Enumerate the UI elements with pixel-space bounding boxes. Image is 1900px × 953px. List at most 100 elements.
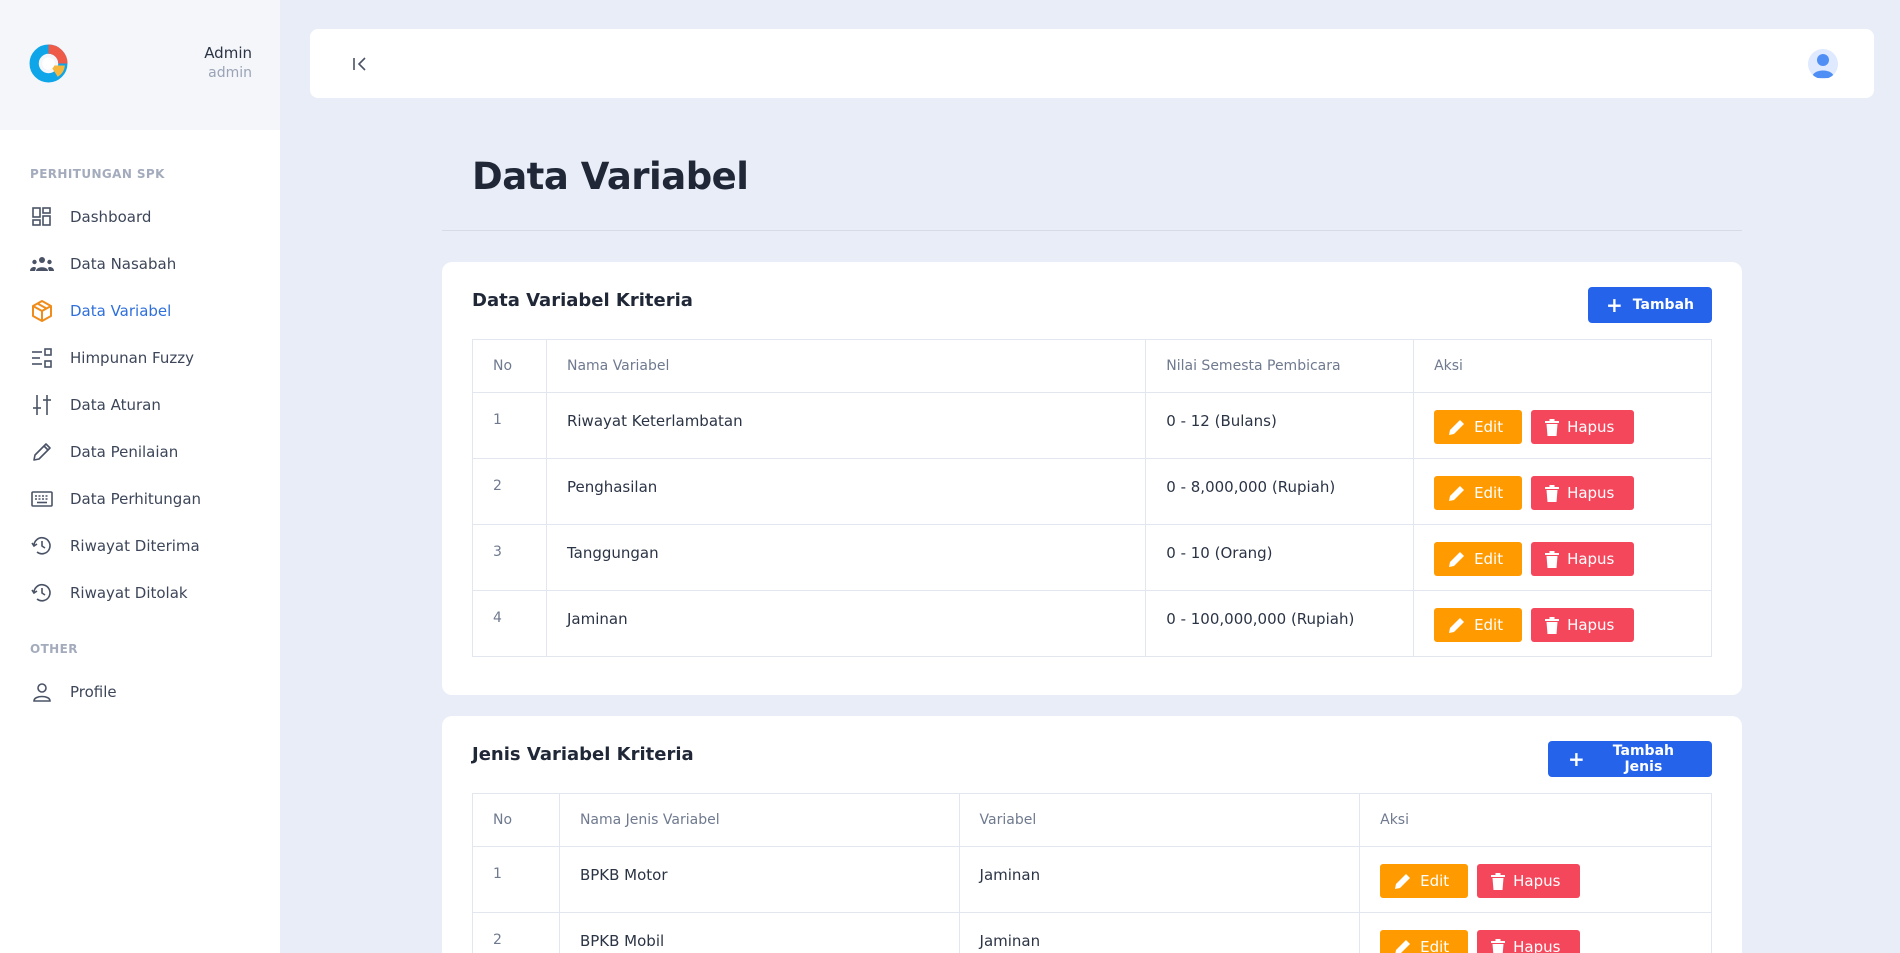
user-icon xyxy=(30,680,54,704)
row-no: 1 xyxy=(472,392,547,459)
pencil-icon xyxy=(1449,552,1465,567)
delete-button[interactable]: Hapus xyxy=(1477,930,1581,953)
sidebar-item-data-aturan[interactable]: Data Aturan xyxy=(0,385,280,425)
column-header: Nama Jenis Variabel xyxy=(558,793,960,847)
row-actions: Edit Hapus xyxy=(1413,524,1712,591)
delete-button-label: Hapus xyxy=(1513,938,1561,953)
user-role: admin xyxy=(208,65,252,81)
delete-button[interactable]: Hapus xyxy=(1531,542,1635,576)
history-icon xyxy=(30,534,54,558)
add-jenis-button-label: Tambah Jenis xyxy=(1612,743,1674,775)
row-nama-variabel: Jaminan xyxy=(545,590,1147,657)
trash-icon xyxy=(1545,418,1560,436)
collapse-sidebar-button[interactable] xyxy=(347,51,373,77)
sidebar-item-label: Riwayat Ditolak xyxy=(70,584,188,602)
row-nilai-semesta: 0 - 12 (Bulans) xyxy=(1145,392,1415,459)
edit-button[interactable]: Edit xyxy=(1380,864,1469,898)
edit-button[interactable]: Edit xyxy=(1434,542,1523,576)
sidebar-item-data-variabel[interactable]: Data Variabel xyxy=(0,291,280,331)
sidebar-item-data-nasabah[interactable]: Data Nasabah xyxy=(0,244,280,284)
sidebar-item-label: Data Variabel xyxy=(70,302,172,320)
row-no: 2 xyxy=(472,458,547,525)
pencil-icon xyxy=(1395,940,1411,953)
pencil-icon xyxy=(30,440,54,464)
section-label-other: OTHER xyxy=(30,642,78,656)
card-data-variabel-kriteria: Data Variabel Kriteria + Tambah No Nama … xyxy=(442,262,1742,695)
row-nilai-semesta: 0 - 100,000,000 (Rupiah) xyxy=(1145,590,1415,657)
delete-button[interactable]: Hapus xyxy=(1477,864,1581,898)
table-row: 3 Tanggungan 0 - 10 (Orang) Edit Hapus xyxy=(472,524,1712,591)
table-row: 2 Penghasilan 0 - 8,000,000 (Rupiah) Edi… xyxy=(472,458,1712,525)
edit-button-label: Edit xyxy=(1474,616,1504,634)
delete-button-label: Hapus xyxy=(1513,872,1561,890)
sidebar-item-riwayat-diterima[interactable]: Riwayat Diterima xyxy=(0,526,280,566)
row-nilai-semesta: 0 - 8,000,000 (Rupiah) xyxy=(1145,458,1415,525)
sidebar-item-data-penilaian[interactable]: Data Penilaian xyxy=(0,432,280,472)
avatar[interactable] xyxy=(1808,49,1838,79)
collapse-icon xyxy=(353,57,366,71)
user-avatar-icon xyxy=(1812,54,1834,78)
row-nilai-semesta: 0 - 10 (Orang) xyxy=(1145,524,1415,591)
plus-icon: + xyxy=(1568,747,1585,771)
trash-icon xyxy=(1545,616,1560,634)
delete-button-label: Hapus xyxy=(1567,484,1615,502)
sidebar-item-label: Data Penilaian xyxy=(70,443,179,461)
table-header-row: No Nama Variabel Nilai Semesta Pembicara… xyxy=(472,339,1712,393)
sidebar-item-profile[interactable]: Profile xyxy=(0,672,280,712)
card-jenis-variabel-kriteria: Jenis Variabel Kriteria + Tambah Jenis N… xyxy=(442,716,1742,953)
sidebar: Admin admin PERHITUNGAN SPK Dashboard Da… xyxy=(0,0,280,953)
pencil-icon xyxy=(1449,486,1465,501)
delete-button[interactable]: Hapus xyxy=(1531,410,1635,444)
sidebar-item-data-perhitungan[interactable]: Data Perhitungan xyxy=(0,479,280,519)
divider xyxy=(442,230,1742,231)
add-variabel-button-label: Tambah xyxy=(1632,297,1694,313)
delete-button[interactable]: Hapus xyxy=(1531,608,1635,642)
row-actions: Edit Hapus xyxy=(1413,392,1712,459)
sidebar-item-label: Profile xyxy=(70,683,117,701)
column-header: Aksi xyxy=(1359,793,1712,847)
trash-icon xyxy=(1545,484,1560,502)
edit-button[interactable]: Edit xyxy=(1434,410,1523,444)
dashboard-icon xyxy=(30,205,54,229)
history-icon xyxy=(30,581,54,605)
sidebar-item-label: Himpunan Fuzzy xyxy=(70,349,194,367)
row-variabel: Jaminan xyxy=(958,846,1361,913)
pencil-icon xyxy=(1449,618,1465,633)
column-header: Aksi xyxy=(1413,339,1712,393)
filter-icon xyxy=(30,346,54,370)
column-header: Nama Variabel xyxy=(545,339,1147,393)
column-header: No xyxy=(472,339,547,393)
add-variabel-button[interactable]: + Tambah xyxy=(1588,287,1712,323)
sidebar-item-riwayat-ditolak[interactable]: Riwayat Ditolak xyxy=(0,573,280,613)
edit-button[interactable]: Edit xyxy=(1434,476,1523,510)
table-header-row: No Nama Jenis Variabel Variabel Aksi xyxy=(472,793,1712,847)
users-icon xyxy=(30,252,54,276)
edit-button-label: Edit xyxy=(1420,938,1450,953)
row-no: 4 xyxy=(472,590,547,657)
add-jenis-button[interactable]: + Tambah Jenis xyxy=(1548,741,1712,777)
row-no: 3 xyxy=(472,524,547,591)
edit-button[interactable]: Edit xyxy=(1434,608,1523,642)
row-nama-jenis: BPKB Mobil xyxy=(558,912,960,953)
delete-button-label: Hapus xyxy=(1567,418,1615,436)
card-title: Jenis Variabel Kriteria xyxy=(472,744,694,765)
sidebar-item-dashboard[interactable]: Dashboard xyxy=(0,197,280,237)
topbar xyxy=(310,29,1874,98)
delete-button[interactable]: Hapus xyxy=(1531,476,1635,510)
delete-button-label: Hapus xyxy=(1567,616,1615,634)
row-nama-variabel: Riwayat Keterlambatan xyxy=(545,392,1147,459)
row-no: 1 xyxy=(472,846,560,913)
sidebar-item-label: Data Nasabah xyxy=(70,255,177,273)
sidebar-brand: Admin admin xyxy=(0,0,280,130)
edit-button[interactable]: Edit xyxy=(1380,930,1469,953)
sidebar-item-himpunan-fuzzy[interactable]: Himpunan Fuzzy xyxy=(0,338,280,378)
row-nama-jenis: BPKB Motor xyxy=(558,846,960,913)
column-header: No xyxy=(472,793,560,847)
jenis-table: No Nama Jenis Variabel Variabel Aksi 1 B… xyxy=(472,793,1712,953)
page-title: Data Variabel xyxy=(472,155,749,198)
app-logo[interactable] xyxy=(28,43,69,84)
edit-button-label: Edit xyxy=(1474,550,1504,568)
edit-button-label: Edit xyxy=(1474,484,1504,502)
card-title: Data Variabel Kriteria xyxy=(472,290,693,311)
sidebar-item-label: Data Aturan xyxy=(70,396,161,414)
